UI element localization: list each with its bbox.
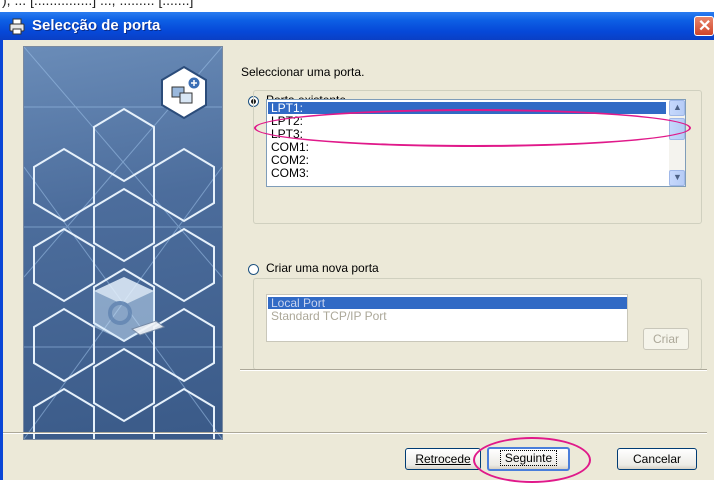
scroll-down-button[interactable]: ▼ xyxy=(669,170,685,186)
divider xyxy=(3,432,707,434)
create-port-button[interactable]: Criar xyxy=(643,328,689,350)
port-list-scrollbar[interactable]: ▲ ▼ xyxy=(669,100,685,186)
cancel-button[interactable]: Cancelar xyxy=(617,448,697,470)
banner-text: ), ... [...............] ..., ......... … xyxy=(2,0,194,8)
back-button-label: Retrocede xyxy=(415,452,471,466)
arrow-up-icon: ▲ xyxy=(673,102,682,112)
highlight-ellipse-next xyxy=(473,437,591,483)
list-item[interactable]: COM2: xyxy=(268,154,309,166)
scroll-up-button[interactable]: ▲ xyxy=(669,100,685,116)
back-button[interactable]: Retrocede xyxy=(405,448,481,470)
instruction-text: Seleccionar uma porta. xyxy=(241,65,365,79)
port-selection-window: Selecção de porta ✕ Seleccionar uma port… xyxy=(0,12,714,483)
printer-icon xyxy=(9,18,25,35)
window-title: Selecção de porta xyxy=(32,17,161,34)
list-item[interactable]: Local Port xyxy=(268,297,627,309)
hexagon-pattern-icon xyxy=(24,47,222,439)
new-port-radio[interactable] xyxy=(248,264,259,275)
new-port-label[interactable]: Criar uma nova porta xyxy=(266,261,379,275)
list-item[interactable]: COM3: xyxy=(268,167,309,179)
title-bar[interactable]: Selecção de porta ✕ xyxy=(0,12,714,40)
arrow-down-icon: ▼ xyxy=(673,172,682,182)
list-item[interactable]: COM1: xyxy=(268,141,309,153)
new-port-type-list[interactable]: Local Port Standard TCP/IP Port xyxy=(266,294,628,342)
close-button[interactable]: ✕ xyxy=(694,16,714,36)
highlight-ellipse-lpt1 xyxy=(254,109,691,147)
list-item[interactable]: Standard TCP/IP Port xyxy=(268,310,387,322)
instruction-banner-cut: ), ... [...............] ..., ......... … xyxy=(0,0,714,12)
wizard-illustration xyxy=(23,46,223,440)
network-port-icon xyxy=(161,65,207,120)
close-icon: ✕ xyxy=(698,18,712,35)
divider xyxy=(240,369,707,371)
